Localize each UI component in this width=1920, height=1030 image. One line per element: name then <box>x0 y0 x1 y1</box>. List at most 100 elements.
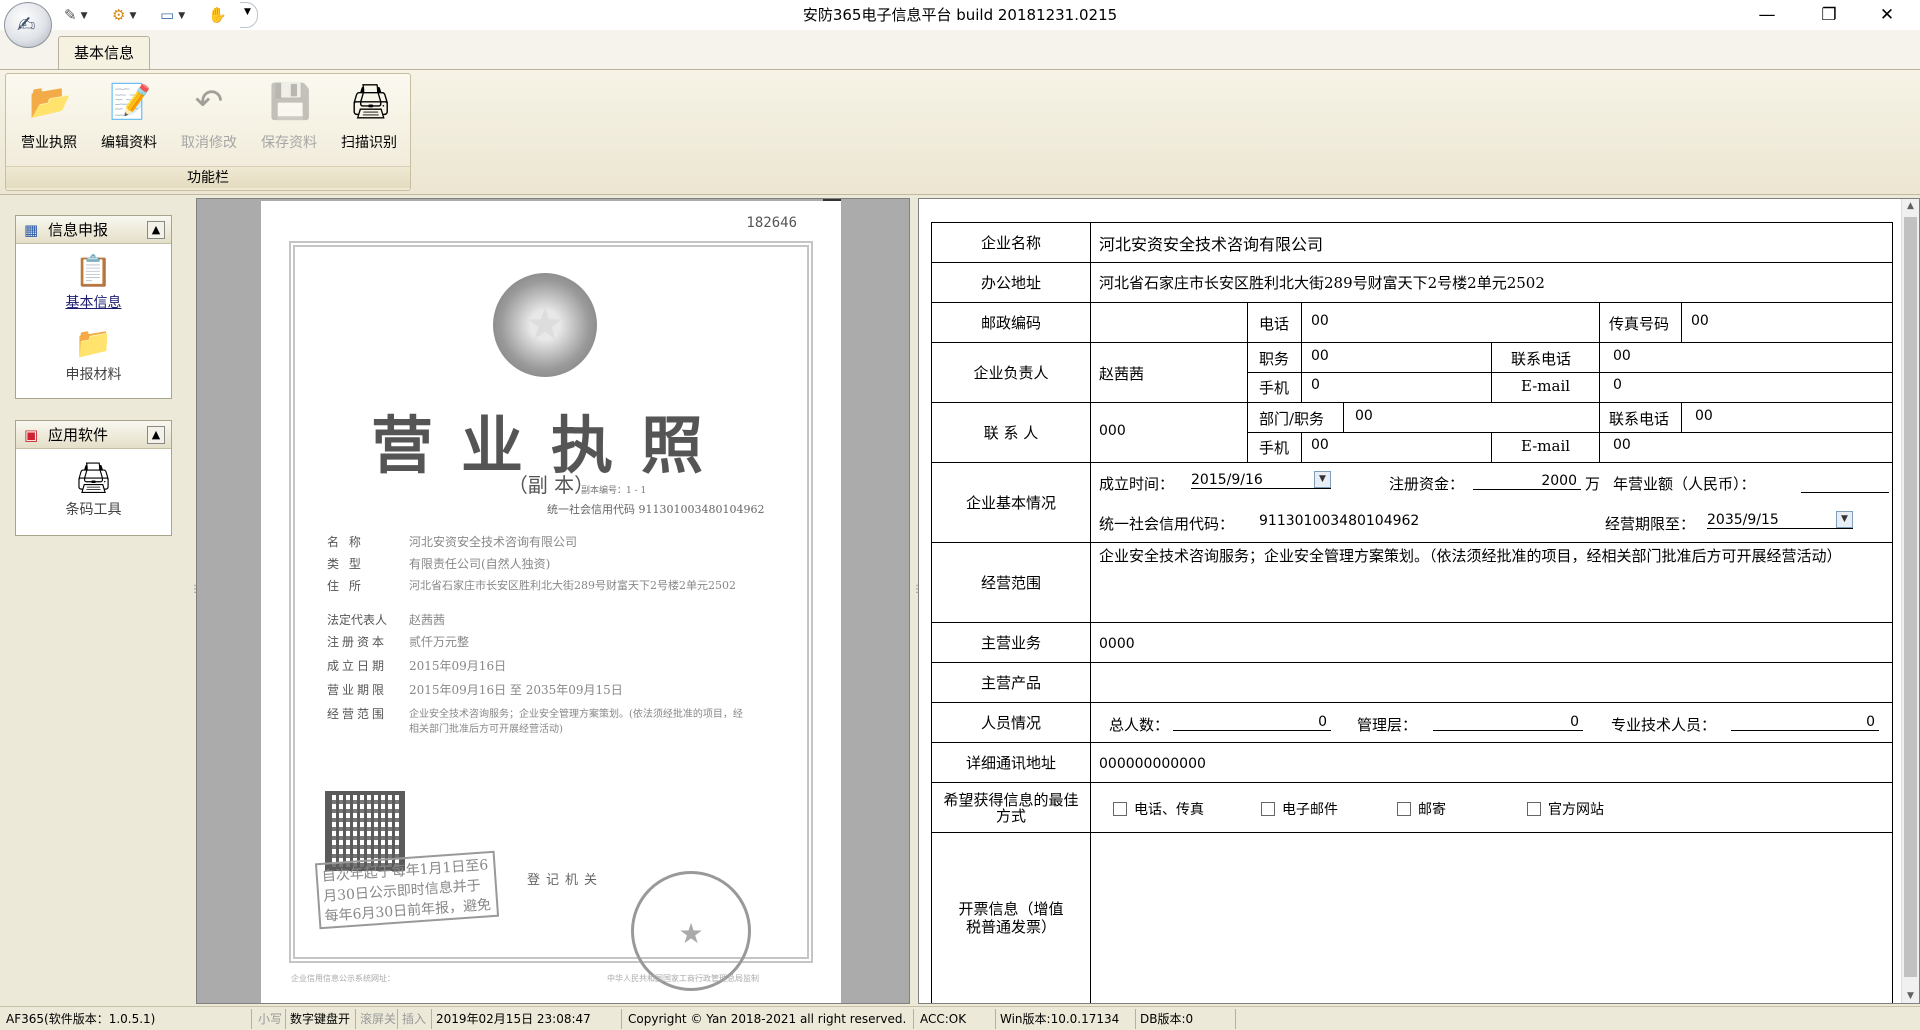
form-scrollbar[interactable]: ▲ ▼ <box>1901 199 1919 1003</box>
nav-item-label: 申报材料 <box>65 367 122 383</box>
barcode-scanner-icon: 🖨 <box>74 461 113 496</box>
business-license-button[interactable]: 📂 营业执照 <box>10 78 88 158</box>
license-row: 住 所 河北省石家庄市长安区胜利北大街289号财富天下2号楼2单元2502 <box>327 577 747 594</box>
collapse-icon[interactable]: ▲ <box>147 221 165 239</box>
pref-email-checkbox[interactable]: 电子邮件 <box>1261 799 1338 819</box>
phone-field[interactable]: 00 <box>1303 313 1329 329</box>
leader-mobile-field[interactable]: 0 <box>1303 377 1320 393</box>
chevron-down-icon[interactable]: ▼ <box>1836 511 1853 528</box>
leader-cell: 赵茜茜 职务 00 手机 0 联系电话 E-mail 00 0 <box>1090 342 1893 403</box>
staff-label: 人员情况 <box>931 702 1091 743</box>
close-button[interactable]: ✕ <box>1864 0 1910 30</box>
left-splitter[interactable]: ⋮ <box>188 198 200 1004</box>
license-row: 类 型 有限责任公司(自然人独资) <box>327 555 550 572</box>
nav-panel-header[interactable]: ▣ 应用软件 ▲ <box>16 421 171 449</box>
save-data-button[interactable]: 💾 保存资料 <box>250 78 328 158</box>
contact-mobile-field[interactable]: 00 <box>1303 437 1329 453</box>
nav-panel-header[interactable]: ▦ 信息申报 ▲ <box>16 216 171 244</box>
leader-email-field[interactable]: 0 <box>1605 377 1622 393</box>
capital-field[interactable]: 2000 <box>1473 473 1581 490</box>
detail-address-value: 000000000000 <box>1099 755 1206 772</box>
nav-item-basic-info[interactable]: 📋 基本信息 <box>16 254 171 312</box>
company-name-field[interactable]: 河北安资安全技术咨询有限公司 <box>1090 222 1893 263</box>
credit-code-field[interactable]: 911301003480104962 <box>1251 513 1419 529</box>
term-date-value: 2035/9/15 <box>1707 511 1779 528</box>
total-staff-field[interactable]: 0 <box>1173 714 1331 731</box>
ribbon-tabs: 基本信息 <box>0 30 1920 70</box>
contact-name-field[interactable]: 000 <box>1091 423 1126 439</box>
term-date-picker[interactable]: 2035/9/15 ▼ <box>1707 511 1853 529</box>
license-row-key: 经营范围 <box>327 707 388 721</box>
leader-tel-field[interactable]: 00 <box>1605 348 1631 364</box>
tech-staff-field[interactable]: 0 <box>1731 714 1879 731</box>
tab-basic-info[interactable]: 基本信息 <box>58 36 150 70</box>
found-date-picker[interactable]: 2015/9/16 ▼ <box>1191 471 1331 489</box>
row-preference: 希望获得信息的最佳方式 电话、传真 电子邮件 邮寄 官方网站 <box>931 782 1893 833</box>
cancel-edit-button[interactable]: ↶ 取消修改 <box>170 78 248 158</box>
edit-data-button[interactable]: 📝 编辑资料 <box>90 78 168 158</box>
revenue-field[interactable] <box>1801 473 1889 493</box>
function-group: 📂 营业执照 📝 编辑资料 ↶ 取消修改 💾 保存资料 🖨 扫描识别 功能栏 <box>5 73 411 191</box>
app-menu-button[interactable]: ✍ <box>4 2 52 48</box>
status-copyright: Copyright © Yan 2018-2021 all right rese… <box>624 1009 914 1029</box>
ribbon-body: 📂 营业执照 📝 编辑资料 ↶ 取消修改 💾 保存资料 🖨 扫描识别 功能栏 <box>0 69 1920 195</box>
license-row: 成立日期 2015年09月16日 <box>327 657 506 674</box>
checkbox-icon <box>1527 802 1541 816</box>
checkbox-icon <box>1113 802 1127 816</box>
contact-label: 联 系 人 <box>931 402 1091 463</box>
license-row-key: 营业期限 <box>327 683 388 697</box>
nav-item-barcode-tool[interactable]: 🖨 条码工具 <box>16 461 171 519</box>
pref-phone-checkbox[interactable]: 电话、传真 <box>1113 799 1204 819</box>
main-product-field[interactable] <box>1090 662 1893 703</box>
license-serial: 182646 <box>746 215 797 231</box>
contact-dept-field[interactable]: 00 <box>1347 408 1373 424</box>
license-row-value: 贰仟万元整 <box>409 635 470 649</box>
management-field[interactable]: 0 <box>1433 714 1583 731</box>
credit-code-label: 统一社会信用代码： <box>1099 515 1235 533</box>
main-business-field[interactable]: 0000 <box>1090 622 1893 663</box>
pref-website-checkbox[interactable]: 官方网站 <box>1527 799 1604 819</box>
collapse-icon[interactable]: ▲ <box>147 426 165 444</box>
business-license-label: 营业执照 <box>21 135 77 151</box>
left-nav: ▦ 信息申报 ▲ 📋 基本信息 📁 申报材料 ▣ 应用软件 ▲ 🖨 条码工具 <box>0 198 193 1004</box>
center-splitter[interactable]: ⋮ <box>910 198 922 1004</box>
pref-mail-checkbox[interactable]: 邮寄 <box>1397 799 1446 819</box>
scroll-down-icon[interactable]: ▼ <box>1902 991 1919 1001</box>
info-declare-icon: ▦ <box>24 221 39 239</box>
contact-dept-label: 部门/职务 <box>1259 410 1325 428</box>
basic-info-cell: 成立时间： 2015/9/16 ▼ 注册资金： 2000 万 年营业额（人民币）：… <box>1090 462 1919 543</box>
license-copy-number: 副本编号：1 - 1 <box>581 486 647 496</box>
checkbox-icon <box>1261 802 1275 816</box>
invoice-field[interactable] <box>1090 832 1893 1003</box>
license-image: 182646 ★ 营业执照 （副 本） 副本编号：1 - 1 统一社会信用代码 … <box>261 201 841 1003</box>
contact-email-field[interactable]: 00 <box>1605 437 1631 453</box>
postcode-field[interactable] <box>1091 303 1248 342</box>
nav-item-label: 基本信息 <box>65 295 122 311</box>
scroll-up-icon[interactable]: ▲ <box>1902 201 1919 211</box>
scan-recognize-button[interactable]: 🖨 扫描识别 <box>330 78 408 158</box>
main-business-label: 主营业务 <box>931 622 1091 663</box>
license-footer-right: 中华人民共和国国家工商行政管理总局监制 <box>607 974 759 983</box>
management-label: 管理层： <box>1357 716 1418 734</box>
undo-icon: ↶ <box>194 82 224 122</box>
fax-field[interactable]: 00 <box>1683 313 1709 329</box>
detail-address-field[interactable]: 000000000000 <box>1090 742 1893 783</box>
leader-title-field[interactable]: 00 <box>1303 348 1329 364</box>
row-address: 办公地址 河北省石家庄市长安区胜利北大街289号财富天下2号楼2单元2502 <box>931 262 1893 303</box>
edit-data-label: 编辑资料 <box>101 135 157 151</box>
registration-authority: 登记机关 <box>527 873 604 888</box>
scan-recognize-label: 扫描识别 <box>341 135 397 151</box>
chevron-down-icon[interactable]: ▼ <box>1314 471 1331 488</box>
contact-tel-field[interactable]: 00 <box>1687 408 1713 424</box>
term-label: 经营期限至： <box>1605 515 1696 533</box>
address-field[interactable]: 河北省石家庄市长安区胜利北大街289号财富天下2号楼2单元2502 <box>1090 262 1893 303</box>
address-value: 河北省石家庄市长安区胜利北大街289号财富天下2号楼2单元2502 <box>1099 274 1545 292</box>
basic-info-label: 企业基本情况 <box>931 462 1091 543</box>
minimize-button[interactable]: — <box>1744 0 1790 30</box>
nav-item-declare-materials[interactable]: 📁 申报材料 <box>16 326 171 384</box>
leader-name-field[interactable]: 赵茜茜 <box>1091 363 1144 384</box>
restore-button[interactable]: ❐ <box>1806 0 1852 30</box>
license-viewer[interactable]: 182646 ★ 营业执照 （副 本） 副本编号：1 - 1 统一社会信用代码 … <box>196 198 910 1004</box>
scope-field[interactable]: 企业安全技术咨询服务；企业安全管理方案策划。（依法须经批准的项目，经相关部门批准… <box>1090 542 1893 623</box>
scroll-thumb[interactable] <box>1904 217 1917 977</box>
